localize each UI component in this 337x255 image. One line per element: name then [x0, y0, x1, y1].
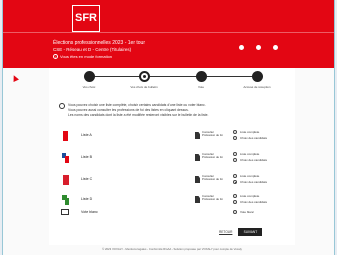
choose-candidates-option[interactable]: Choix des candidats: [233, 179, 267, 185]
full-list-label: Liste complète: [240, 130, 260, 134]
radio-button[interactable]: [233, 210, 237, 214]
full-list-label: Liste complète: [240, 152, 260, 156]
full-list-label: Liste complète: [240, 174, 260, 178]
footer-copyright: © 2023 VOXALY - Mentions légales - Confo…: [102, 247, 242, 251]
help-icon: [59, 103, 65, 109]
step-1-label: Vos choix: [82, 85, 96, 89]
training-mode-notice: i Vous êtes en mode formation: [53, 54, 112, 59]
step-1-marker: [84, 71, 95, 82]
profession-de-foi-link[interactable]: Consulter Profession de foi: [202, 130, 224, 138]
election-subtitle: CSE - Réseau et D - Centre (Titulaires): [53, 47, 132, 52]
choose-candidates-label: Choix des candidats: [240, 136, 268, 140]
full-list-label: Liste complète: [240, 194, 260, 198]
document-icon[interactable]: [195, 132, 200, 139]
step-4-label: Accusé de réception: [243, 85, 271, 89]
list-name[interactable]: Liste C: [81, 177, 92, 181]
profession-de-foi-link[interactable]: Consulter Profession de foi: [202, 152, 224, 160]
stepper-line: [89, 76, 263, 77]
blank-vote-row: Vote blanc Vote blanc: [61, 208, 287, 218]
list-name[interactable]: Liste A: [81, 133, 92, 137]
radio-button[interactable]: [233, 194, 237, 198]
choose-candidates-option[interactable]: Choix des candidats: [233, 135, 267, 141]
step-3-marker: [196, 71, 207, 82]
blank-vote-option[interactable]: Vote blanc: [233, 209, 254, 215]
radio-button[interactable]: [233, 200, 237, 204]
header-bar: SFR Élections professionnelles 2023 - 1e…: [3, 0, 334, 68]
party-logo-a-icon: [63, 131, 68, 141]
back-button[interactable]: RETOUR: [219, 230, 232, 234]
list-row: Liste B Consulter Profession de foi List…: [61, 150, 287, 166]
choose-candidates-option[interactable]: Choix des candidats: [233, 199, 267, 205]
header-controls: [239, 45, 278, 50]
radio-button[interactable]: [233, 152, 237, 156]
browser-frame: SFR Élections professionnelles 2023 - 1e…: [2, 0, 335, 255]
blank-vote-label: Vote blanc: [81, 210, 98, 214]
header-dot-1-icon[interactable]: [239, 45, 244, 50]
profession-de-foi-link[interactable]: Consulter Profession de foi: [202, 194, 224, 202]
list-name[interactable]: Liste D: [81, 197, 92, 201]
profession-de-foi-link[interactable]: Consulter Profession de foi: [202, 174, 224, 182]
choose-candidates-label: Choix des candidats: [240, 158, 268, 162]
choose-candidates-label: Choix des candidats: [240, 200, 268, 204]
list-options: Liste complète Choix des candidats: [233, 193, 267, 205]
list-row: Liste C Consulter Profession de foi List…: [61, 172, 287, 188]
step-2-marker: [139, 71, 150, 82]
info-icon: i: [53, 54, 58, 59]
next-button[interactable]: SUIVANT: [238, 228, 263, 236]
header-dot-3-icon[interactable]: [273, 45, 278, 50]
list-row: Liste D Consulter Profession de foi List…: [61, 192, 287, 208]
header-divider: [3, 32, 334, 33]
sfr-logo: SFR: [72, 5, 100, 32]
progress-stepper: Vos choix Vos choix de bulletin Vote Acc…: [49, 68, 295, 98]
step-2-label: Vos choix de bulletin: [130, 85, 158, 89]
radio-button-selected[interactable]: [233, 180, 237, 184]
step-4-marker: [252, 71, 263, 82]
list-options: Liste complète Choix des candidats: [233, 151, 267, 163]
instruction-line-3: Les noms des candidats dont la liste a é…: [68, 113, 209, 117]
step-3-label: Vote: [197, 85, 204, 89]
party-logo-b-icon: [62, 153, 69, 163]
list-options: Liste complète Choix des candidats: [233, 173, 267, 185]
radio-button[interactable]: [233, 174, 237, 178]
list-row: Liste A Consulter Profession de foi List…: [61, 128, 287, 144]
radio-button[interactable]: [233, 136, 237, 140]
document-icon[interactable]: [195, 196, 200, 203]
party-logo-c-icon: [63, 175, 69, 185]
radio-button[interactable]: [233, 158, 237, 162]
choose-candidates-label: Choix des candidats: [240, 180, 268, 184]
document-icon[interactable]: [195, 176, 200, 183]
ballot-card: Vos choix Vos choix de bulletin Vote Acc…: [49, 68, 295, 245]
list-name[interactable]: Liste B: [81, 155, 92, 159]
election-title: Élections professionnelles 2023 - 1er to…: [53, 40, 145, 46]
document-icon[interactable]: [195, 154, 200, 161]
mouse-cursor-icon: [11, 74, 19, 82]
navigation-buttons: RETOUR SUIVANT: [219, 228, 263, 236]
party-logo-d-icon: [62, 195, 69, 205]
blank-vote-option-label: Vote blanc: [240, 210, 255, 214]
instructions: Vous pouvez choisir une liste complète, …: [59, 103, 285, 118]
header-dot-2-icon[interactable]: [256, 45, 261, 50]
envelope-icon: [61, 209, 69, 215]
choose-candidates-option[interactable]: Choix des candidats: [233, 157, 267, 163]
training-mode-text: Vous êtes en mode formation: [60, 54, 113, 59]
list-options: Liste complète Choix des candidats: [233, 129, 267, 141]
radio-button[interactable]: [233, 130, 237, 134]
